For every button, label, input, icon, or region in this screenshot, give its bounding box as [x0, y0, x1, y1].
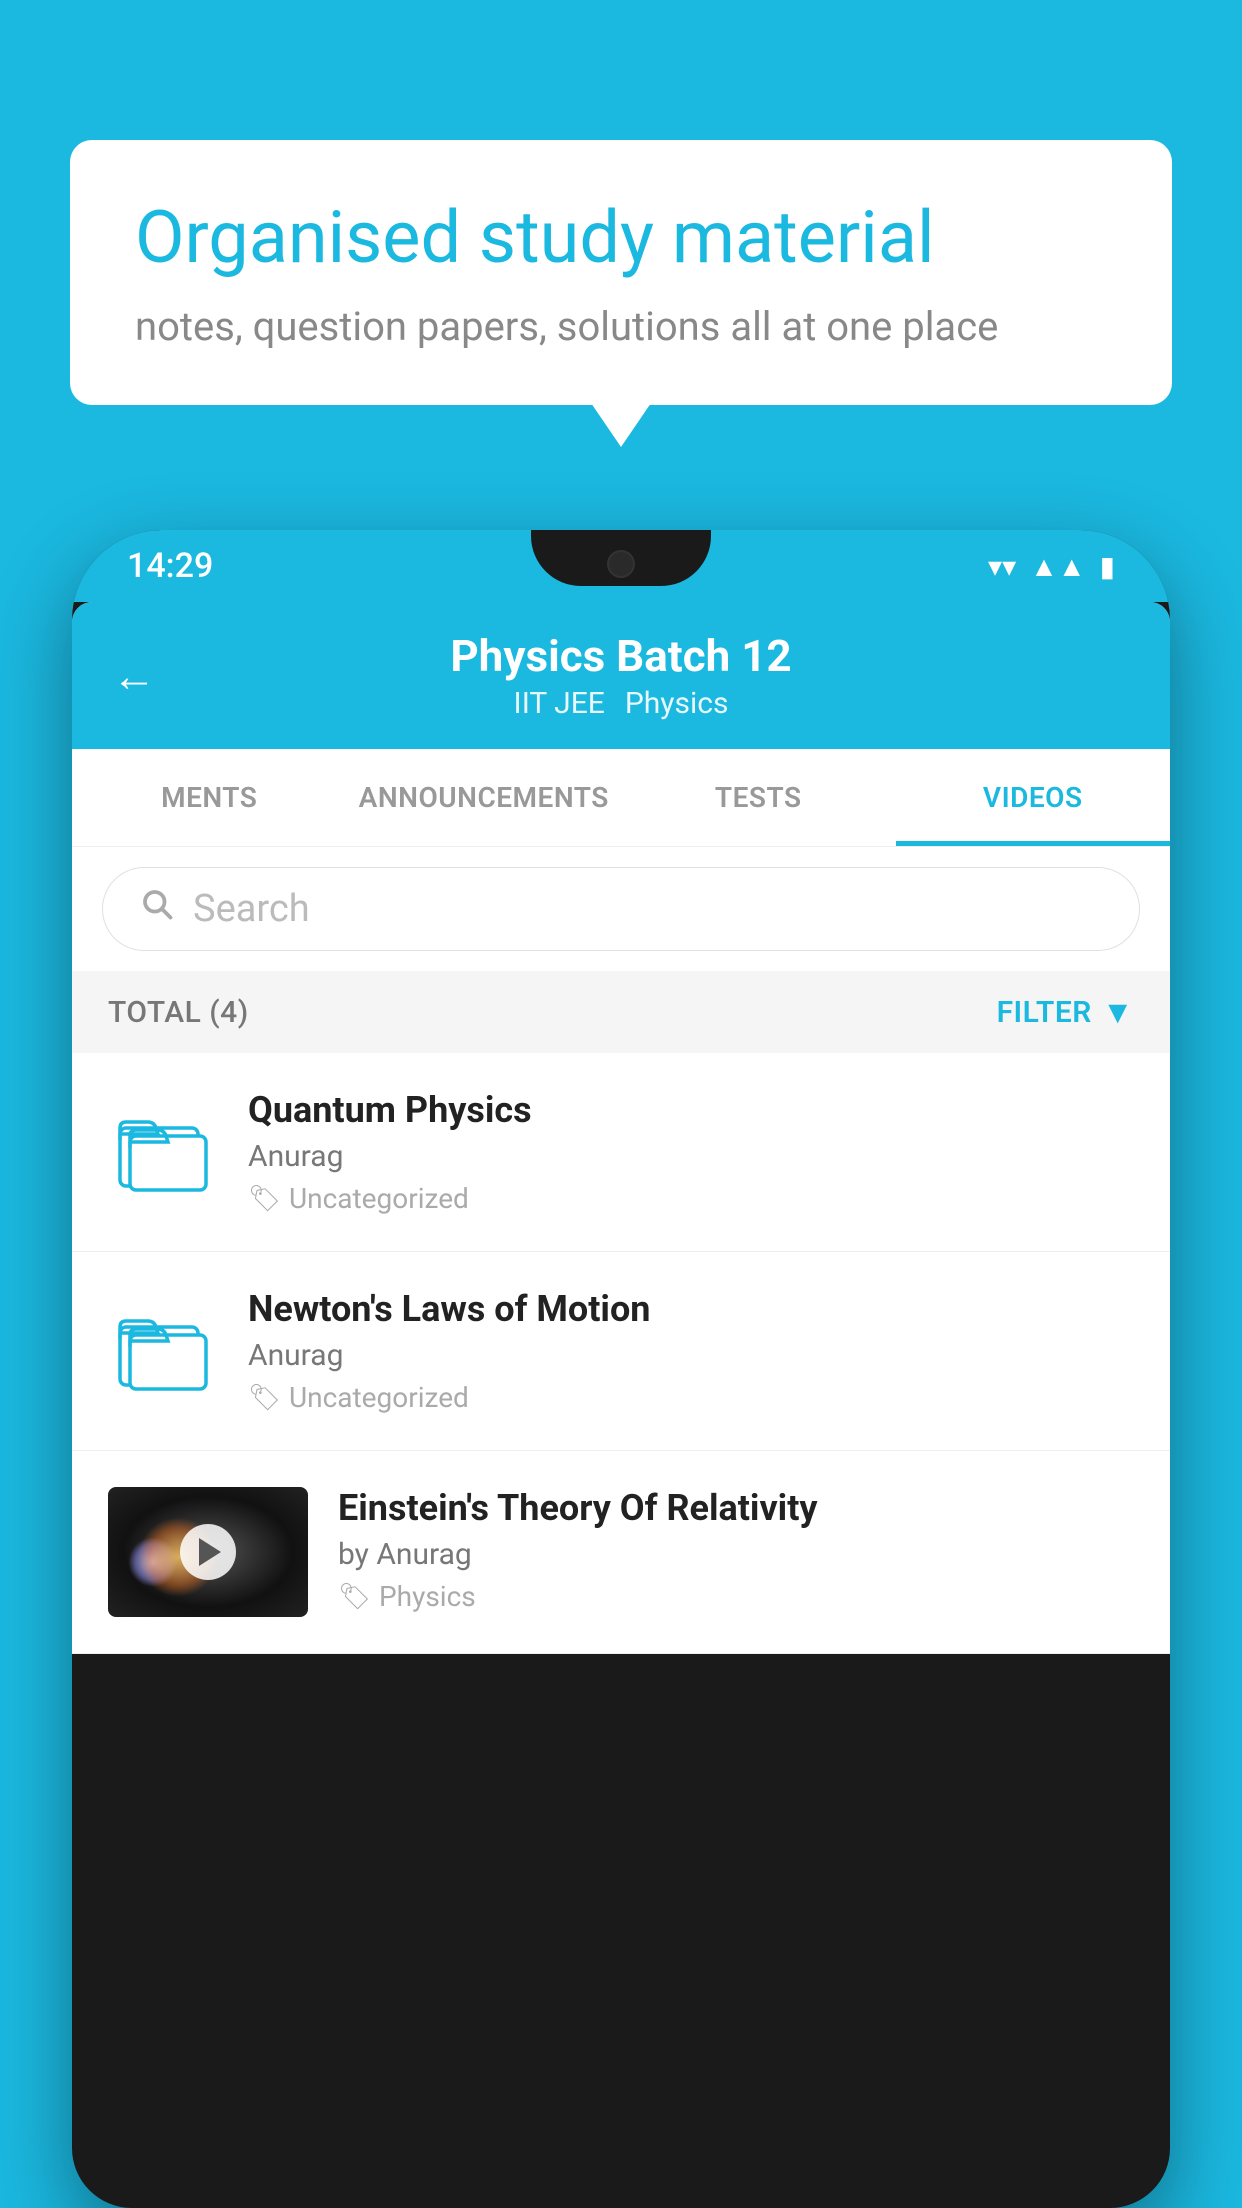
phone-screen: ← Physics Batch 12 IIT JEE Physics MENTS… — [72, 602, 1170, 1654]
video-author-2: Anurag — [248, 1338, 1134, 1373]
search-placeholder: Search — [193, 887, 310, 931]
header-subtitle-physics: Physics — [625, 686, 729, 721]
tabs-bar: MENTS ANNOUNCEMENTS TESTS VIDEOS — [72, 749, 1170, 847]
battery-icon: ▮ — [1100, 550, 1115, 583]
speech-bubble-subtitle: notes, question papers, solutions all at… — [135, 303, 1107, 350]
search-input-container[interactable]: Search — [102, 867, 1140, 951]
notch-camera — [607, 550, 635, 578]
tag-icon-2: 🏷 — [248, 1383, 281, 1413]
back-button[interactable]: ← — [112, 650, 156, 702]
search-bar: Search — [72, 847, 1170, 971]
play-icon — [199, 1538, 221, 1566]
tag-icon-3: 🏷 — [338, 1582, 371, 1612]
video-thumbnail-3 — [108, 1487, 308, 1617]
video-list: Quantum Physics Anurag 🏷 Uncategorized — [72, 1053, 1170, 1654]
phone-notch — [531, 530, 711, 586]
speech-bubble-title: Organised study material — [135, 195, 1107, 281]
status-icons: ▾▾ ▲▲ ▮ — [988, 550, 1115, 583]
speech-bubble: Organised study material notes, question… — [70, 140, 1172, 405]
tag-label-3: Physics — [379, 1580, 476, 1613]
filter-label: FILTER — [997, 995, 1092, 1030]
tag-label-1: Uncategorized — [289, 1182, 469, 1215]
tab-tests[interactable]: TESTS — [621, 749, 896, 846]
video-author-3: by Anurag — [338, 1537, 1134, 1572]
filter-bar: TOTAL (4) FILTER ▼ — [72, 971, 1170, 1053]
list-item[interactable]: Newton's Laws of Motion Anurag 🏷 Uncateg… — [72, 1252, 1170, 1451]
video-title-3: Einstein's Theory Of Relativity — [338, 1487, 1134, 1529]
tag-icon-1: 🏷 — [248, 1184, 281, 1214]
header-center: Physics Batch 12 IIT JEE Physics — [450, 630, 791, 721]
folder-thumb-1 — [108, 1097, 218, 1207]
search-icon — [139, 886, 175, 932]
video-title-2: Newton's Laws of Motion — [248, 1288, 1134, 1330]
app-header: ← Physics Batch 12 IIT JEE Physics — [72, 602, 1170, 749]
speech-bubble-container: Organised study material notes, question… — [70, 140, 1172, 405]
list-item[interactable]: Quantum Physics Anurag 🏷 Uncategorized — [72, 1053, 1170, 1252]
phone-frame: 14:29 ▾▾ ▲▲ ▮ ← Physics Batch 12 IIT JEE… — [72, 530, 1170, 2208]
video-tag-3: 🏷 Physics — [338, 1580, 1134, 1613]
header-subtitle-iitjee: IIT JEE — [514, 686, 605, 721]
video-tag-1: 🏷 Uncategorized — [248, 1182, 1134, 1215]
video-info-2: Newton's Laws of Motion Anurag 🏷 Uncateg… — [248, 1288, 1134, 1414]
tab-videos[interactable]: VIDEOS — [896, 749, 1171, 846]
filter-button[interactable]: FILTER ▼ — [997, 993, 1134, 1031]
list-item[interactable]: Einstein's Theory Of Relativity by Anura… — [72, 1451, 1170, 1654]
tab-ments[interactable]: MENTS — [72, 749, 347, 846]
video-info-3: Einstein's Theory Of Relativity by Anura… — [338, 1487, 1134, 1613]
status-time: 14:29 — [127, 546, 213, 586]
wifi-icon: ▾▾ — [988, 550, 1016, 583]
header-subtitle: IIT JEE Physics — [450, 686, 791, 721]
tab-announcements[interactable]: ANNOUNCEMENTS — [347, 749, 622, 846]
folder-thumb-2 — [108, 1296, 218, 1406]
video-author-1: Anurag — [248, 1139, 1134, 1174]
video-info-1: Quantum Physics Anurag 🏷 Uncategorized — [248, 1089, 1134, 1215]
header-title: Physics Batch 12 — [450, 630, 791, 682]
play-button-3[interactable] — [180, 1524, 236, 1580]
filter-funnel-icon: ▼ — [1102, 993, 1134, 1031]
video-title-1: Quantum Physics — [248, 1089, 1134, 1131]
signal-icon: ▲▲ — [1030, 550, 1085, 583]
video-tag-2: 🏷 Uncategorized — [248, 1381, 1134, 1414]
total-count: TOTAL (4) — [108, 995, 249, 1030]
tag-label-2: Uncategorized — [289, 1381, 469, 1414]
background: Organised study material notes, question… — [0, 0, 1242, 2208]
